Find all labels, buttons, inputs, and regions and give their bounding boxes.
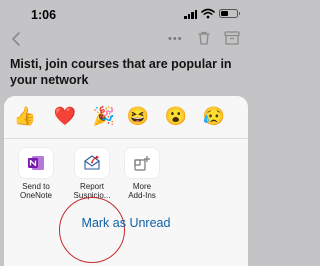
report-suspicious-button[interactable]: Report Suspicio...: [67, 148, 117, 200]
addins-row: Send to OneNote Report Suspicio... More …: [4, 148, 248, 263]
party-reaction-icon[interactable]: 🎉: [92, 104, 116, 128]
highlight-annotation-circle: [59, 197, 125, 263]
laugh-reaction-icon[interactable]: 😆: [126, 104, 150, 128]
signal-icon: [184, 10, 198, 19]
report-tile: [75, 148, 109, 178]
reaction-bar: 👍 ❤️ 🎉 😆 😮 😥: [4, 104, 248, 130]
sad-reaction-icon[interactable]: 😥: [202, 104, 226, 128]
send-to-onenote-button[interactable]: Send to OneNote: [11, 148, 61, 200]
archive-icon[interactable]: [223, 30, 241, 46]
onenote-tile: [19, 148, 53, 178]
status-time: 1:06: [31, 8, 57, 22]
action-sheet: 👍 ❤️ 🎉 😆 😮 😥 Send to OneNote Report Susp…: [4, 96, 248, 266]
mark-as-unread-button[interactable]: Mark as Unread: [4, 216, 248, 230]
add-ins-icon: [134, 156, 150, 171]
more-add-ins-button[interactable]: More Add-Ins: [117, 148, 167, 200]
sheet-divider: [4, 138, 248, 139]
report-phishing-icon: [84, 155, 100, 170]
onenote-icon: [28, 156, 44, 170]
addin-label: Add-Ins: [128, 191, 156, 200]
trash-icon[interactable]: [196, 30, 212, 46]
addin-label: Send to: [22, 182, 50, 191]
battery-icon: [219, 9, 240, 18]
addin-label: Report: [79, 182, 104, 191]
heart-reaction-icon[interactable]: ❤️: [53, 104, 77, 128]
battery-level: [221, 11, 228, 16]
thumbs-up-reaction-icon[interactable]: 👍: [13, 104, 37, 128]
more-icon[interactable]: •••: [168, 34, 183, 45]
more-addins-tile: [125, 148, 159, 178]
mail-toolbar: •••: [0, 28, 252, 50]
addin-label: More: [132, 182, 152, 191]
email-subject: Misti, join courses that are popular in …: [10, 57, 232, 87]
surprised-reaction-icon[interactable]: 😮: [164, 104, 188, 128]
back-icon[interactable]: [9, 31, 25, 47]
status-bar: 1:06: [0, 0, 252, 28]
wifi-icon: [201, 8, 215, 19]
addin-label: OneNote: [19, 191, 53, 200]
